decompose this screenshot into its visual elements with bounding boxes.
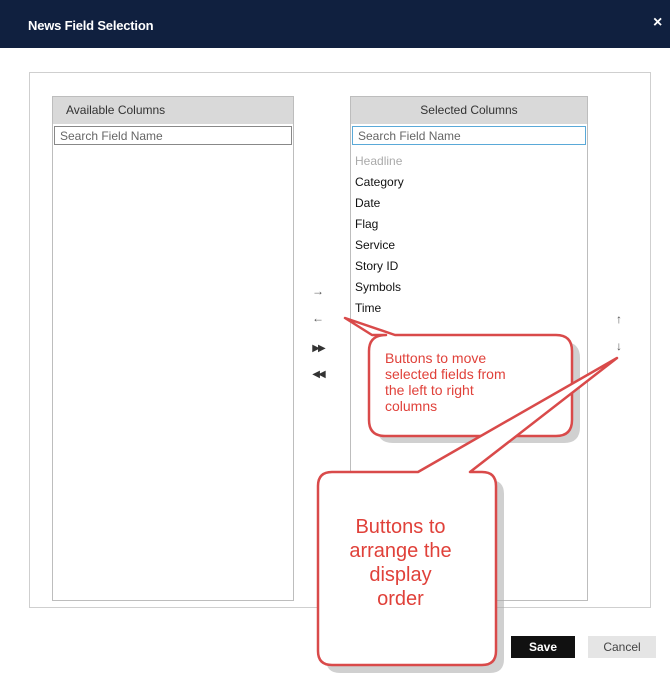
available-columns-title: Available Columns: [66, 103, 166, 117]
move-up-button[interactable]: ↑: [612, 313, 626, 325]
callout-line: arrange the: [349, 540, 452, 562]
selected-columns-title: Selected Columns: [420, 103, 518, 117]
list-item-date[interactable]: Date: [355, 193, 404, 214]
available-search-input[interactable]: [54, 126, 292, 145]
callout-line: columns: [385, 398, 438, 414]
available-columns-header: Available Columns: [53, 97, 293, 124]
save-button[interactable]: Save: [511, 636, 575, 658]
move-left-button[interactable]: ←: [311, 312, 325, 324]
move-callout-text: Buttons to move selected fields from the…: [385, 350, 560, 414]
available-columns-panel: Available Columns: [52, 96, 294, 601]
move-all-right-button[interactable]: ▶▶: [311, 343, 325, 355]
dialog-titlebar: News Field Selection ×: [0, 0, 670, 48]
selected-search-input[interactable]: [352, 126, 586, 145]
cancel-button[interactable]: Cancel: [588, 636, 656, 658]
list-item-time[interactable]: Time: [355, 298, 404, 319]
order-callout-text: Buttons to arrange the display order: [318, 515, 483, 611]
list-item-category[interactable]: Category: [355, 172, 404, 193]
callout-line: Buttons to: [355, 516, 446, 538]
callout-line: Buttons to move: [385, 350, 487, 366]
move-right-button[interactable]: →: [311, 285, 325, 297]
move-down-button[interactable]: ↓: [612, 340, 626, 352]
callout-line: display: [369, 564, 432, 586]
callout-line: selected fields from: [385, 366, 506, 382]
selected-columns-header: Selected Columns: [351, 97, 587, 124]
callout-line: order: [377, 588, 424, 610]
dialog-title: News Field Selection: [28, 18, 154, 33]
list-item-headline[interactable]: Headline: [355, 151, 404, 172]
callout-line: the left to right: [385, 382, 474, 398]
close-icon[interactable]: ×: [653, 14, 662, 32]
list-item-service[interactable]: Service: [355, 235, 404, 256]
selected-columns-list: Headline Category Date Flag Service Stor…: [355, 151, 404, 319]
list-item-story-id[interactable]: Story ID: [355, 256, 404, 277]
list-item-symbols[interactable]: Symbols: [355, 277, 404, 298]
list-item-flag[interactable]: Flag: [355, 214, 404, 235]
move-all-left-button[interactable]: ◀◀: [311, 369, 325, 381]
